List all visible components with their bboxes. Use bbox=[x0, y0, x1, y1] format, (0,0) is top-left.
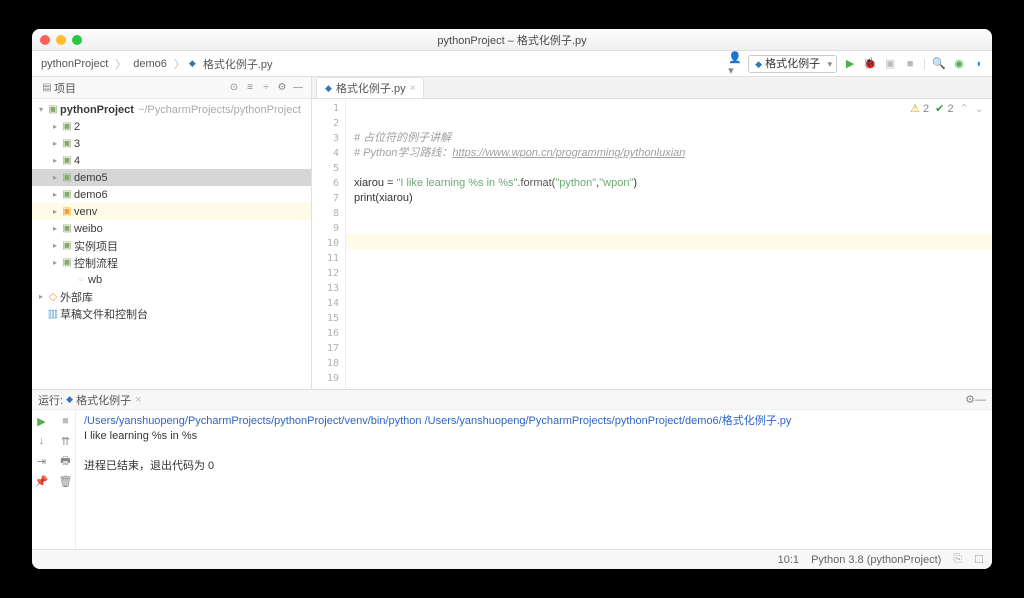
collapse-all-icon[interactable]: ÷ bbox=[259, 81, 273, 95]
inspection-badges[interactable]: ⚠ 2 ✔ 2 ⌃ ⌄ bbox=[910, 102, 984, 115]
code-content[interactable]: # 占位符的例子讲解 # Python学习路线：https://www.wpon… bbox=[346, 99, 992, 389]
soft-wrap-icon[interactable]: ⇥ bbox=[32, 454, 52, 468]
expand-all-icon[interactable]: ≡ bbox=[243, 81, 257, 95]
collapse-icon[interactable]: ⌄ bbox=[975, 102, 984, 115]
tree-file[interactable]: ▫wb bbox=[32, 271, 311, 288]
coverage-button[interactable]: ▣ bbox=[883, 57, 897, 71]
sidebar-gear-icon[interactable]: ⚙ bbox=[275, 81, 289, 95]
search-icon[interactable]: 🔍 bbox=[932, 57, 946, 71]
tree-external-libs[interactable]: ▸◇外部库 bbox=[32, 288, 311, 305]
project-view-icon[interactable]: ▤ bbox=[40, 81, 54, 95]
run-header: 运行: ◆ 格式化例子 × ⚙ — bbox=[32, 390, 992, 410]
tree-folder[interactable]: ▸▣2 bbox=[32, 118, 311, 135]
navbar: pythonProject 〉 demo6 〉 ◆ 格式化例子.py 👤▾ ◆ … bbox=[32, 51, 992, 77]
window-title: pythonProject – 格式化例子.py bbox=[32, 32, 992, 48]
bell-icon[interactable]: ☐ bbox=[974, 553, 984, 566]
ide-window: pythonProject – 格式化例子.py pythonProject 〉… bbox=[32, 29, 992, 569]
project-tree[interactable]: ▾▣pythonProject~/PycharmProjects/pythonP… bbox=[32, 99, 311, 389]
hide-icon[interactable]: — bbox=[291, 81, 305, 95]
expand-icon[interactable]: ⌃ bbox=[960, 102, 969, 115]
tree-folder-selected[interactable]: ▸▣demo5 bbox=[32, 169, 311, 186]
sidebar-header: ▤ 项目 ⊙ ≡ ÷ ⚙ — bbox=[32, 77, 311, 99]
tree-folder-venv[interactable]: ▸▣venv bbox=[32, 203, 311, 220]
caret-position[interactable]: 10:1 bbox=[778, 554, 799, 566]
interpreter-label[interactable]: Python 3.8 (pythonProject) bbox=[811, 554, 941, 566]
rerun-button[interactable]: ▶ bbox=[32, 414, 52, 428]
status-bar: 10:1 Python 3.8 (pythonProject) ⎘ ☐ bbox=[32, 549, 992, 569]
titlebar: pythonProject – 格式化例子.py bbox=[32, 29, 992, 51]
python-file-icon: ◆ bbox=[189, 58, 196, 69]
settings-icon[interactable]: ◉ bbox=[952, 57, 966, 71]
run-toolbar: ▶ ■ ↓ ⇈ ⇥ 🖶 📌 🗑 bbox=[32, 410, 76, 549]
editor-tab[interactable]: ◆格式化例子.py× bbox=[316, 77, 424, 98]
ide-update-icon[interactable]: ◗ bbox=[972, 57, 986, 71]
run-tool-window: 运行: ◆ 格式化例子 × ⚙ — ▶ ■ ↓ ⇈ ⇥ 🖶 📌 🗑 /Users/yan… bbox=[32, 389, 992, 549]
run-button[interactable]: ▶ bbox=[843, 57, 857, 71]
line-gutter: 12345678910111213141516171819 bbox=[312, 99, 346, 389]
run-output[interactable]: /Users/yanshuopeng/PycharmProjects/pytho… bbox=[76, 410, 992, 549]
chevron-right-icon: 〉 bbox=[174, 56, 185, 72]
pin-icon[interactable]: 📌 bbox=[32, 474, 52, 488]
close-tab-icon[interactable]: × bbox=[410, 83, 416, 94]
tree-folder[interactable]: ▸▣实例项目 bbox=[32, 237, 311, 254]
code-editor[interactable]: 12345678910111213141516171819 # 占位符的例子讲解… bbox=[312, 99, 992, 389]
tree-root[interactable]: ▾▣pythonProject~/PycharmProjects/pythonP… bbox=[32, 101, 311, 118]
tree-folder[interactable]: ▸▣3 bbox=[32, 135, 311, 152]
breadcrumb: pythonProject 〉 demo6 〉 ◆ 格式化例子.py bbox=[38, 54, 728, 74]
up-icon[interactable]: ⇈ bbox=[56, 434, 76, 448]
run-config-select[interactable]: ◆ 格式化例子 bbox=[748, 55, 837, 73]
close-run-tab-icon[interactable]: × bbox=[135, 394, 141, 406]
user-icon[interactable]: 👤▾ bbox=[728, 57, 742, 71]
project-sidebar: ▤ 项目 ⊙ ≡ ÷ ⚙ — ▾▣pythonProject~/PycharmP… bbox=[32, 77, 312, 389]
stop-button[interactable]: ■ bbox=[903, 57, 917, 71]
breadcrumb-folder[interactable]: demo6 bbox=[130, 56, 170, 72]
read-only-icon[interactable]: ⎘ bbox=[953, 553, 962, 566]
python-file-icon: ◆ bbox=[66, 394, 73, 405]
tree-folder[interactable]: ▸▣weibo bbox=[32, 220, 311, 237]
scroll-icon[interactable]: ↓ bbox=[32, 434, 52, 448]
tree-scratches[interactable]: ▥草稿文件和控制台 bbox=[32, 305, 311, 322]
tree-folder[interactable]: ▸▣4 bbox=[32, 152, 311, 169]
trash-icon[interactable]: 🗑 bbox=[56, 474, 76, 488]
select-opened-icon[interactable]: ⊙ bbox=[227, 81, 241, 95]
chevron-right-icon: 〉 bbox=[115, 56, 126, 72]
run-stop-button[interactable]: ■ bbox=[56, 414, 76, 428]
editor-tabs: ◆格式化例子.py× bbox=[312, 77, 992, 99]
run-hide-icon[interactable]: — bbox=[975, 394, 986, 406]
tree-folder[interactable]: ▸▣demo6 bbox=[32, 186, 311, 203]
breadcrumb-root[interactable]: pythonProject bbox=[38, 56, 111, 72]
print-icon[interactable]: 🖶 bbox=[56, 454, 76, 468]
tree-folder[interactable]: ▸▣控制流程 bbox=[32, 254, 311, 271]
python-file-icon: ◆ bbox=[325, 83, 332, 94]
debug-button[interactable]: 🐞 bbox=[863, 57, 877, 71]
run-gear-icon[interactable]: ⚙ bbox=[965, 393, 975, 406]
breadcrumb-file[interactable]: 格式化例子.py bbox=[200, 54, 276, 74]
editor-panel: ◆格式化例子.py× 12345678910111213141516171819… bbox=[312, 77, 992, 389]
